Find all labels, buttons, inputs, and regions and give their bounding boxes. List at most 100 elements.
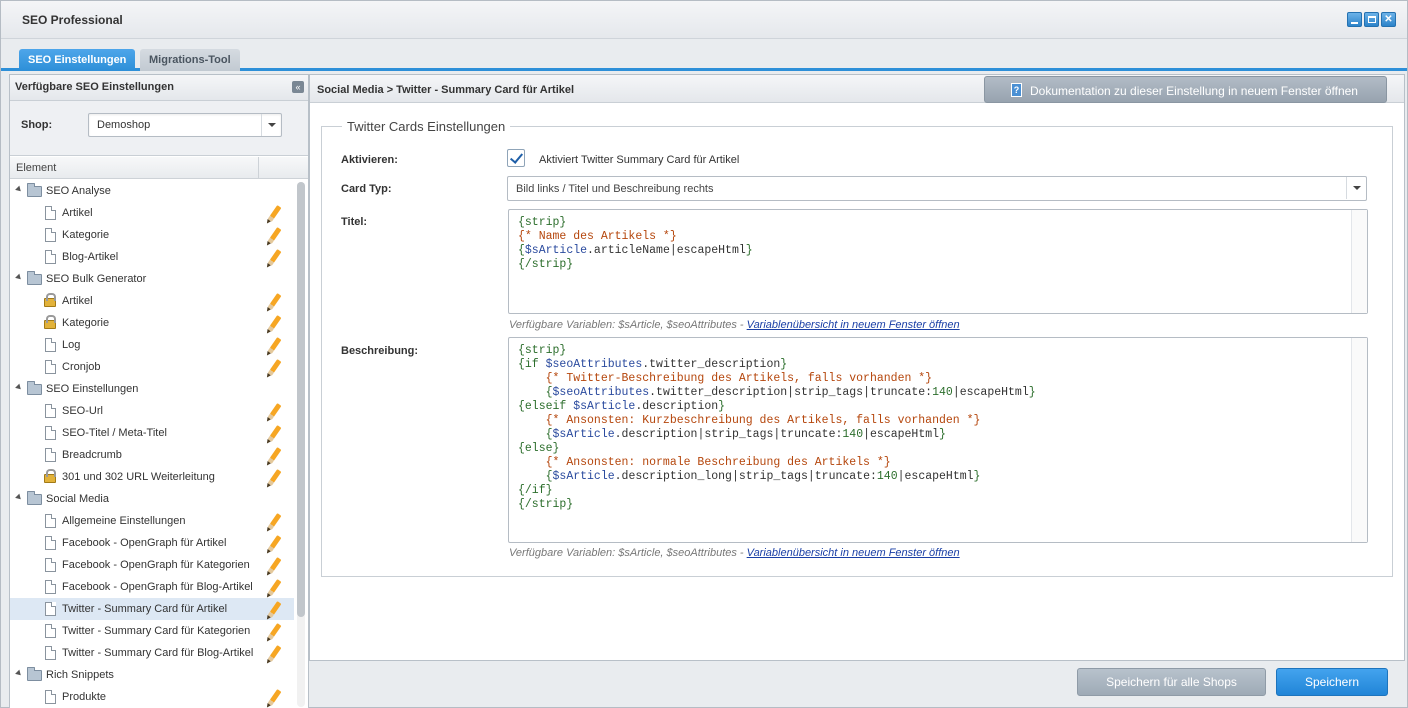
expand-arrow-icon[interactable] xyxy=(15,669,23,678)
tree-item[interactable]: Cronjob xyxy=(10,356,294,378)
edit-pencil-icon[interactable] xyxy=(267,623,282,640)
tree-item-selected[interactable]: Twitter - Summary Card für Artikel xyxy=(10,598,294,620)
title-variables-link[interactable]: Variablenübersicht in neuem Fenster öffn… xyxy=(747,319,960,331)
code-token: {if xyxy=(518,358,546,371)
description-template-editor[interactable]: {strip} {if $seoAttributes.twitter_descri… xyxy=(508,337,1368,543)
tree-item-label: 301 und 302 URL Weiterleitung xyxy=(62,471,215,483)
settings-detail-panel: Social Media > Twitter - Summary Card fü… xyxy=(309,74,1405,661)
edit-pencil-icon[interactable] xyxy=(267,645,282,662)
close-button[interactable]: ✕ xyxy=(1381,12,1396,27)
edit-pencil-icon[interactable] xyxy=(267,513,282,530)
activate-checkbox[interactable] xyxy=(507,149,525,167)
edit-pencil-icon[interactable] xyxy=(267,557,282,574)
chevron-down-icon[interactable] xyxy=(1346,177,1366,199)
tree-item[interactable]: Facebook - OpenGraph für Kategorien xyxy=(10,554,294,576)
edit-pencil-icon[interactable] xyxy=(267,689,282,706)
tree-item[interactable]: Kategorie xyxy=(10,312,294,334)
document-icon xyxy=(45,536,56,550)
tree-item[interactable]: Kategorie xyxy=(10,224,294,246)
edit-pencil-icon[interactable] xyxy=(267,205,282,222)
title-editor-scrollbar[interactable] xyxy=(1351,210,1367,313)
edit-pencil-icon[interactable] xyxy=(267,535,282,552)
description-editor-scrollbar[interactable] xyxy=(1351,338,1367,542)
title-template-code[interactable]: {strip} {* Name des Artikels *} {$sArticle… xyxy=(518,216,753,272)
edit-pencil-icon[interactable] xyxy=(267,469,282,486)
collapse-panel-button[interactable]: « xyxy=(292,81,304,93)
tree-folder[interactable]: SEO Analyse xyxy=(10,180,294,202)
tree-item-label: SEO-Titel / Meta-Titel xyxy=(62,427,167,439)
tree-item[interactable]: Facebook - OpenGraph für Artikel xyxy=(10,532,294,554)
tree-item[interactable]: Produkte xyxy=(10,686,294,708)
code-token: {/strip} xyxy=(518,498,574,511)
save-all-shops-button[interactable]: Speichern für alle Shops xyxy=(1077,668,1266,696)
tree-item-label: Facebook - OpenGraph für Artikel xyxy=(62,537,227,549)
tree-item[interactable]: Twitter - Summary Card für Blog-Artikel xyxy=(10,642,294,664)
code-token: 140 xyxy=(932,386,953,399)
title-template-editor[interactable]: {strip} {* Name des Artikels *} {$sArticle… xyxy=(508,209,1368,314)
activate-label: Aktivieren: xyxy=(341,154,398,166)
shop-select[interactable]: Demoshop xyxy=(88,113,282,137)
edit-pencil-icon[interactable] xyxy=(267,249,282,266)
tree-scrollbar-thumb[interactable] xyxy=(297,182,305,617)
documentation-button[interactable]: ? Dokumentation zu dieser Einstellung in… xyxy=(984,76,1387,103)
description-hint-text: Verfügbare Variablen: $sArticle, $seoAtt… xyxy=(509,547,747,559)
tab-seo-einstellungen[interactable]: SEO Einstellungen xyxy=(19,49,136,71)
edit-pencil-icon[interactable] xyxy=(267,403,282,420)
document-icon xyxy=(45,360,56,374)
tree-item-label: Produkte xyxy=(62,691,107,703)
activate-checkbox-text[interactable]: Aktiviert Twitter Summary Card für Artik… xyxy=(539,154,739,166)
tree-folder[interactable]: SEO Einstellungen xyxy=(10,378,294,400)
edit-pencil-icon[interactable] xyxy=(267,227,282,244)
tree-item[interactable]: Artikel xyxy=(10,202,294,224)
edit-pencil-icon[interactable] xyxy=(267,425,282,442)
edit-pencil-icon[interactable] xyxy=(267,579,282,596)
tree-folder[interactable]: Rich Snippets xyxy=(10,664,294,686)
tree-item[interactable]: 301 und 302 URL Weiterleitung xyxy=(10,466,294,488)
tree-scrollbar[interactable] xyxy=(297,182,305,707)
expand-arrow-icon[interactable] xyxy=(15,185,23,194)
code-token: } xyxy=(745,244,753,257)
code-token: {* Ansonsten: Kurzbeschreibung des Artik… xyxy=(545,414,981,427)
expand-arrow-icon[interactable] xyxy=(15,273,23,282)
code-token: .articleName|escapeHtml xyxy=(587,244,746,257)
tree-item[interactable]: SEO-Url xyxy=(10,400,294,422)
description-variables-hint: Verfügbare Variablen: $sArticle, $seoAtt… xyxy=(509,547,960,559)
code-token: } xyxy=(718,400,726,413)
tree-item[interactable]: Log xyxy=(10,334,294,356)
tree-item[interactable]: Allgemeine Einstellungen xyxy=(10,510,294,532)
tree-item[interactable]: Twitter - Summary Card für Kategorien xyxy=(10,620,294,642)
tree-item[interactable]: Artikel xyxy=(10,290,294,312)
document-icon xyxy=(45,646,56,660)
chevron-down-icon[interactable] xyxy=(261,114,281,136)
code-token: {/if} xyxy=(518,484,553,497)
tree-folder[interactable]: Social Media xyxy=(10,488,294,510)
edit-pencil-icon[interactable] xyxy=(267,359,282,376)
edit-pencil-icon[interactable] xyxy=(267,601,282,618)
save-button[interactable]: Speichern xyxy=(1276,668,1388,696)
edit-pencil-icon[interactable] xyxy=(267,315,282,332)
code-token: } xyxy=(973,470,981,483)
expand-arrow-icon[interactable] xyxy=(15,383,23,392)
settings-navigation-panel: Verfügbare SEO Einstellungen « Shop: Dem… xyxy=(9,74,309,708)
expand-arrow-icon[interactable] xyxy=(15,493,23,502)
tab-migrations-tool[interactable]: Migrations-Tool xyxy=(140,49,240,71)
edit-pencil-icon[interactable] xyxy=(267,447,282,464)
card-type-value: Bild links / Titel und Beschreibung rech… xyxy=(516,183,714,195)
document-icon xyxy=(45,206,56,220)
code-token: $sArticle xyxy=(573,400,636,413)
description-template-code[interactable]: {strip} {if $seoAttributes.twitter_descri… xyxy=(518,344,1036,512)
code-line: {* Twitter-Beschreibung des Artikels, fa… xyxy=(518,372,1036,386)
tree-folder[interactable]: SEO Bulk Generator xyxy=(10,268,294,290)
description-variables-link[interactable]: Variablenübersicht in neuem Fenster öffn… xyxy=(747,547,960,559)
edit-pencil-icon[interactable] xyxy=(267,337,282,354)
tree-item[interactable]: Blog-Artikel xyxy=(10,246,294,268)
tree-item[interactable]: Facebook - OpenGraph für Blog-Artikel xyxy=(10,576,294,598)
maximize-button[interactable] xyxy=(1364,12,1379,27)
tree-item-label: Kategorie xyxy=(62,229,110,241)
tree-item[interactable]: SEO-Titel / Meta-Titel xyxy=(10,422,294,444)
edit-pencil-icon[interactable] xyxy=(267,293,282,310)
tree-item[interactable]: Breadcrumb xyxy=(10,444,294,466)
card-type-label: Card Typ: xyxy=(341,183,392,195)
card-type-select[interactable]: Bild links / Titel und Beschreibung rech… xyxy=(507,176,1367,201)
minimize-button[interactable] xyxy=(1347,12,1362,27)
